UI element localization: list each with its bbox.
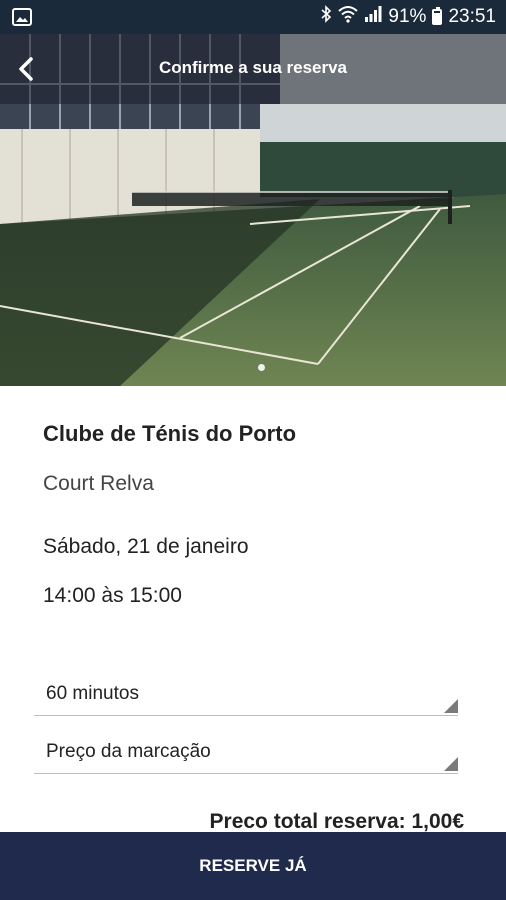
dropdown-caret-icon: [444, 757, 458, 771]
status-bar: 91% 23:51: [0, 0, 506, 34]
court-name: Court Relva: [43, 472, 154, 495]
club-name: Clube de Ténis do Porto: [43, 421, 297, 446]
page-title: Confirme a sua reserva: [158, 58, 348, 77]
image-notification-icon: [12, 8, 32, 26]
app-bar: Confirme a sua reserva: [0, 34, 506, 104]
duration-select[interactable]: 60 minutos: [34, 677, 458, 716]
clock: 23:51: [448, 6, 496, 27]
bluetooth-icon: [320, 5, 332, 29]
duration-value: 60 minutos: [46, 683, 139, 704]
battery-icon: [432, 7, 443, 25]
image-pager-dot: [258, 364, 265, 371]
battery-percent: 91%: [388, 6, 427, 27]
total-price: Preco total reserva: 1,00€: [209, 810, 464, 833]
dropdown-caret-icon: [444, 699, 458, 713]
status-indicators: 91% 23:51: [320, 0, 496, 34]
signal-icon: [364, 5, 382, 29]
booking-time: 14:00 às 15:00: [43, 584, 182, 607]
reserve-button[interactable]: RESERVE JÁ: [0, 832, 506, 900]
booking-date: Sábado, 21 de janeiro: [43, 535, 249, 558]
wifi-icon: [338, 5, 359, 29]
price-type-select[interactable]: Preço da marcação: [34, 735, 458, 774]
price-type-value: Preço da marcação: [46, 741, 211, 762]
